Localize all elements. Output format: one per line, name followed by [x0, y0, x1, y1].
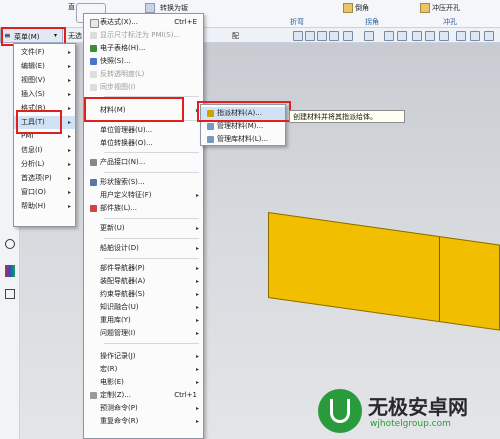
tools-item-journal[interactable]: 操作记录(J) ▸: [84, 350, 203, 363]
customize-icon: [90, 392, 97, 399]
expression-icon: [90, 19, 99, 28]
ribbon-text-1[interactable]: 直: [68, 2, 75, 12]
tools-item-udf[interactable]: 用户定义特征(F) ▸: [84, 189, 203, 202]
tools-item-issue-management[interactable]: 问题管理(I) ▸: [84, 327, 203, 340]
history-icon[interactable]: [5, 239, 15, 249]
assembly-filter-label[interactable]: 配: [232, 31, 239, 41]
main-menu-item-view[interactable]: 视图(V) ▸: [14, 74, 75, 87]
transparency-icon: [90, 71, 97, 78]
palette-icon[interactable]: [5, 265, 15, 277]
product-interface-icon: [90, 159, 97, 166]
watermark-brand: 无极安卓网: [368, 395, 468, 419]
toolbar-line-icon[interactable]: [329, 31, 339, 41]
ribbon-text-punch[interactable]: 冲压开孔: [432, 3, 460, 13]
tools-menu: 表达式(X)... Ctrl+E 显示尺寸标注为 PMI(S)... 电子表格(H…: [83, 13, 204, 439]
tools-item-constraint-navigator[interactable]: 约束导航器(S) ▸: [84, 288, 203, 301]
tools-item-part-navigator[interactable]: 部件导航器(P) ▸: [84, 262, 203, 275]
toolbar-view-icon[interactable]: [397, 31, 407, 41]
shape-search-icon: [90, 179, 97, 186]
tools-item-invert-transparency[interactable]: 反转透明度(L): [84, 68, 203, 81]
main-menu-item-file[interactable]: 文件(F) ▸: [14, 46, 75, 59]
toolbar-select-icon[interactable]: [305, 31, 315, 41]
main-menu-item-insert[interactable]: 插入(S) ▸: [14, 88, 75, 101]
library-material-icon: [207, 136, 214, 143]
tools-item-snapshot[interactable]: 快照(S)...: [84, 55, 203, 68]
part-family-icon: [90, 205, 97, 212]
ribbon-group-bend: 折弯: [290, 18, 304, 26]
tools-item-unit-converter[interactable]: 单位转换器(O)...: [84, 137, 203, 150]
highlight-box-assign: [197, 101, 291, 122]
chamfer-icon[interactable]: [343, 3, 353, 13]
tools-item-unit-manager[interactable]: 单位管理器(U)...: [84, 124, 203, 137]
tools-item-part-family[interactable]: 部件族(L)...: [84, 202, 203, 215]
watermark: 无极安卓网 wjhotelgroup.com: [318, 385, 500, 437]
roles-icon[interactable]: [5, 289, 15, 299]
tools-item-movie[interactable]: 电影(E) ▸: [84, 376, 203, 389]
toolbar-point-icon[interactable]: [317, 31, 327, 41]
toolbar-move-icon[interactable]: [364, 31, 374, 41]
main-menu-item-preferences[interactable]: 首选项(P) ▸: [14, 172, 75, 185]
main-menu-item-window[interactable]: 窗口(O) ▸: [14, 186, 75, 199]
toolbar-grid-icon[interactable]: [343, 31, 353, 41]
tools-item-sync-view[interactable]: 同步视图(I): [84, 81, 203, 94]
watermark-url: wjhotelgroup.com: [370, 419, 451, 429]
material-item-library[interactable]: 管理库材料(L)...: [201, 133, 285, 146]
main-menu-item-help[interactable]: 帮助(H) ▸: [14, 200, 75, 213]
main-menu-item-info[interactable]: 信息(I) ▸: [14, 144, 75, 157]
tools-item-reuse-library[interactable]: 重用库(Y) ▸: [84, 314, 203, 327]
toolbar-layer-icon[interactable]: [439, 31, 449, 41]
beam-edge: [439, 237, 440, 322]
spreadsheet-icon: [90, 45, 97, 52]
toolbar-shade-icon[interactable]: [412, 31, 422, 41]
tools-item-expressions[interactable]: 表达式(X)... Ctrl+E: [84, 16, 203, 29]
toolbar-grid2-icon[interactable]: [484, 31, 494, 41]
highlight-box-tools: [16, 110, 62, 134]
ribbon-text-convert[interactable]: 转换为钣: [160, 3, 188, 13]
tools-item-shape-search[interactable]: 形状搜索(S)...: [84, 176, 203, 189]
ribbon-text-chamfer[interactable]: 倒角: [355, 3, 369, 13]
tools-item-knowledge-fusion[interactable]: 知识融合(U) ▸: [84, 301, 203, 314]
main-menu: 文件(F) ▸ 编辑(E) ▸ 视图(V) ▸ 插入(S) ▸ 格式(R) ▸ 工具(T)…: [13, 43, 76, 227]
pmi-icon: [90, 32, 97, 39]
tools-item-macro[interactable]: 宏(R) ▸: [84, 363, 203, 376]
highlight-box-material: [84, 97, 184, 122]
sync-view-icon: [90, 84, 97, 91]
snapshot-icon: [90, 58, 97, 65]
toolbar-rotate-icon[interactable]: [384, 31, 394, 41]
tools-item-predictive-commands[interactable]: 预测命令(P) ▸: [84, 402, 203, 415]
ribbon-group-punch: 冲孔: [443, 18, 457, 26]
tools-item-spreadsheet[interactable]: 电子表格(H)...: [84, 42, 203, 55]
tools-item-assembly-navigator[interactable]: 装配导航器(A) ▸: [84, 275, 203, 288]
ribbon: 直 转换为钣 倒角 冲压开孔 折弯 拐角 冲孔: [0, 0, 500, 28]
toolbar-cube-icon[interactable]: [425, 31, 435, 41]
punch-icon[interactable]: [420, 3, 430, 13]
tools-item-repeat-command[interactable]: 重复命令(R) ▸: [84, 415, 203, 428]
tooltip: 创建材料并将其指派给体。: [289, 110, 405, 123]
main-menu-item-edit[interactable]: 编辑(E) ▸: [14, 60, 75, 73]
convert-sheetmetal-icon[interactable]: [145, 3, 155, 13]
ribbon-group-corner: 拐角: [365, 18, 379, 26]
main-menu-item-analysis[interactable]: 分析(L) ▸: [14, 158, 75, 171]
toolbar-clip-icon[interactable]: [456, 31, 466, 41]
tools-item-customize[interactable]: 定制(Z)... Ctrl+1: [84, 389, 203, 402]
selection-filter-label[interactable]: 无选: [68, 31, 82, 41]
tools-item-pmi-dimensions[interactable]: 显示尺寸标注为 PMI(S)...: [84, 29, 203, 42]
watermark-logo-icon: [318, 389, 362, 433]
toolbar-snap-icon[interactable]: [293, 31, 303, 41]
tools-item-ship-design[interactable]: 船舶设计(D) ▸: [84, 242, 203, 255]
manage-material-icon: [207, 123, 214, 130]
tools-item-product-interface[interactable]: 产品接口(N)...: [84, 156, 203, 169]
toolbar-section-icon[interactable]: [470, 31, 480, 41]
tools-item-update[interactable]: 更新(U) ▸: [84, 222, 203, 235]
